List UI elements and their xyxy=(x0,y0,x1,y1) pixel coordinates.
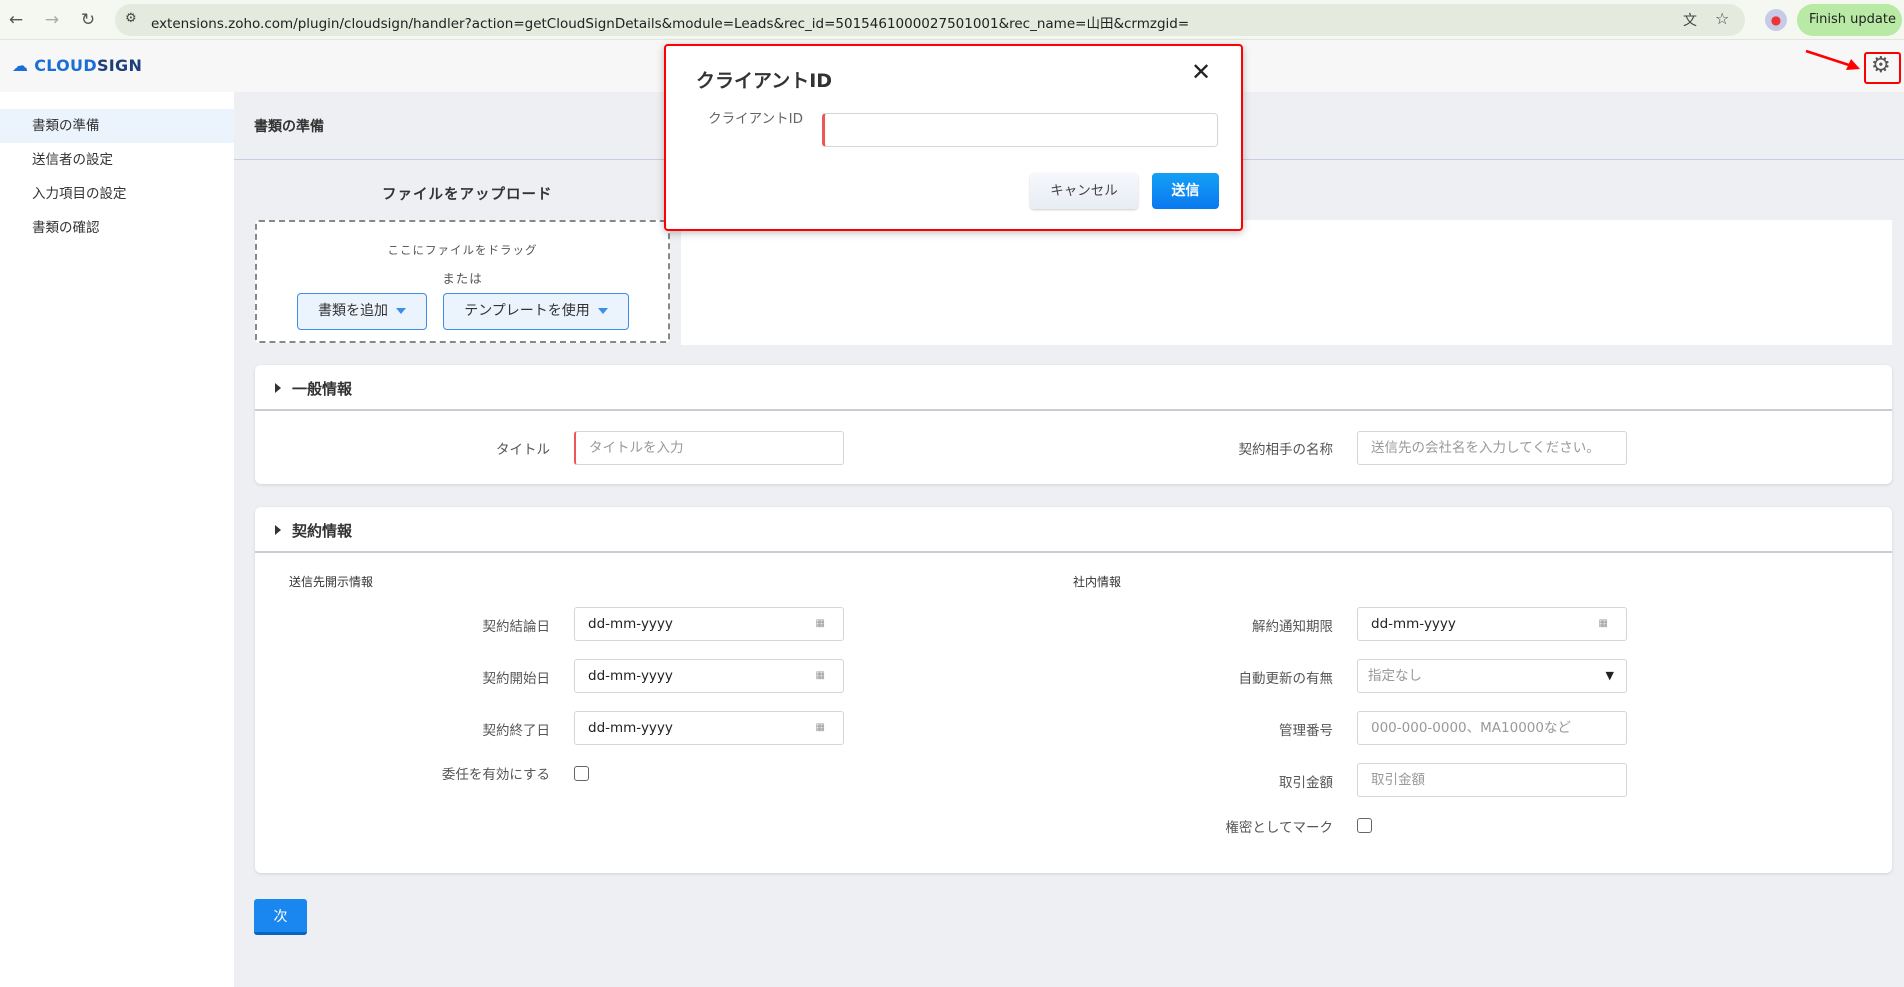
delegate-checkbox[interactable] xyxy=(574,766,589,781)
logo-text-a: CLOUD xyxy=(34,56,97,75)
dropdown-arrow-icon: ▼ xyxy=(1605,669,1614,682)
caret-down-icon xyxy=(396,308,406,314)
contract-info-title: 契約情報 xyxy=(292,522,353,540)
next-button[interactable]: 次 xyxy=(254,899,307,935)
renew-label: 自動更新の有無 xyxy=(1238,671,1334,687)
add-document-button[interactable]: 書類を追加 xyxy=(297,293,427,330)
contract-info-panel: 契約情報 送信先開示情報 社内情報 契約結論日 dd-mm-yyyy ▦ 契約開始… xyxy=(255,507,1892,873)
reload-icon[interactable]: ↻ xyxy=(76,8,100,32)
date-value: dd-mm-yyyy xyxy=(588,616,673,632)
back-icon[interactable]: ← xyxy=(4,8,28,32)
expand-triangle-icon xyxy=(275,525,281,535)
url-text: extensions.zoho.com/plugin/cloudsign/han… xyxy=(151,16,1190,32)
contract-info-header[interactable]: 契約情報 xyxy=(255,507,1892,553)
site-settings-icon[interactable]: ⚙ xyxy=(125,11,137,26)
profile-avatar[interactable]: ● xyxy=(1765,9,1787,31)
add-document-label: 書類を追加 xyxy=(318,303,388,319)
forward-icon[interactable]: → xyxy=(40,8,64,32)
drag-text: ここにファイルをドラッグ xyxy=(387,243,538,257)
date-value: dd-mm-yyyy xyxy=(588,720,673,736)
calendar-icon[interactable]: ▦ xyxy=(816,660,825,692)
finish-update-label: Finish update xyxy=(1809,12,1896,27)
renew-value: 指定なし xyxy=(1368,668,1422,684)
logo-text-b: SIGN xyxy=(96,56,143,75)
file-dropzone[interactable]: ここにファイルをドラッグ または 書類を追加 テンプレートを使用 xyxy=(255,220,670,343)
expand-triangle-icon xyxy=(275,383,281,393)
general-info-header[interactable]: 一般情報 xyxy=(255,365,1892,411)
end-date-input[interactable]: dd-mm-yyyy ▦ xyxy=(574,711,844,745)
delegate-label: 委任を有効にする xyxy=(441,767,550,783)
use-template-button[interactable]: テンプレートを使用 xyxy=(443,293,629,330)
start-date-input[interactable]: dd-mm-yyyy ▦ xyxy=(574,659,844,693)
cancel-button[interactable]: キャンセル xyxy=(1030,173,1138,209)
red-arrow-annotation xyxy=(1805,49,1860,70)
finish-update-button[interactable]: Finish update ⋮ xyxy=(1797,4,1902,59)
translate-icon[interactable]: 文 xyxy=(1683,10,1697,30)
caret-down-icon xyxy=(597,308,608,314)
mgmt-number-input[interactable]: 000-000-0000、MA10000など xyxy=(1357,711,1627,745)
submit-button[interactable]: 送信 xyxy=(1152,173,1219,209)
disclosure-subheading: 送信先開示情報 xyxy=(289,575,374,589)
or-text: または xyxy=(442,271,483,286)
settings-gear-icon[interactable]: ⚙ xyxy=(1871,53,1891,78)
start-label: 契約開始日 xyxy=(482,671,551,687)
mgmt-label: 管理番号 xyxy=(1279,723,1333,739)
upload-heading: ファイルをアップロード xyxy=(382,187,553,203)
page-title: 書類の準備 xyxy=(254,119,324,135)
sidebar: 書類の準備 送信者の設定 入力項目の設定 書類の確認 xyxy=(0,92,234,987)
cloudsign-logo: ☁ CLOUDSIGN xyxy=(12,56,142,75)
internal-subheading: 社内情報 xyxy=(1073,575,1122,589)
end-label: 契約終了日 xyxy=(482,723,551,739)
sidebar-item-sender[interactable]: 送信者の設定 xyxy=(0,143,234,177)
modal-title: クライアントID xyxy=(696,70,833,92)
calendar-icon[interactable]: ▦ xyxy=(816,608,825,640)
notice-date-input[interactable]: dd-mm-yyyy ▦ xyxy=(1357,607,1627,641)
client-id-modal: クライアントID ✕ クライアントID キャンセル 送信 xyxy=(664,44,1243,231)
cloud-icon: ☁ xyxy=(12,56,29,75)
concluded-label: 契約結論日 xyxy=(482,619,551,635)
general-info-title: 一般情報 xyxy=(292,380,353,398)
browser-toolbar: ← → ↻ ⚙ extensions.zoho.com/plugin/cloud… xyxy=(0,0,1904,59)
concluded-date-input[interactable]: dd-mm-yyyy ▦ xyxy=(574,607,844,641)
client-id-input[interactable] xyxy=(822,113,1218,147)
date-value: dd-mm-yyyy xyxy=(1371,616,1456,632)
amount-input[interactable]: 取引金額 xyxy=(1357,763,1627,797)
sidebar-item-confirm[interactable]: 書類の確認 xyxy=(0,211,234,245)
confidential-label: 権密としてマーク xyxy=(1225,820,1333,836)
renew-select[interactable]: 指定なし ▼ xyxy=(1357,659,1627,693)
amount-label: 取引金額 xyxy=(1279,775,1333,791)
confidential-checkbox[interactable] xyxy=(1357,818,1372,833)
general-info-panel: 一般情報 タイトル タイトルを入力 契約相手の名称 送信先の会社名を入力してくだ… xyxy=(255,365,1892,484)
sidebar-item-fields[interactable]: 入力項目の設定 xyxy=(0,177,234,211)
notice-label: 解約通知期限 xyxy=(1252,619,1333,635)
star-icon[interactable]: ☆ xyxy=(1715,9,1729,28)
title-input[interactable]: タイトルを入力 xyxy=(574,431,844,465)
document-preview xyxy=(681,220,1892,345)
partner-label: 契約相手の名称 xyxy=(1238,442,1334,458)
calendar-icon[interactable]: ▦ xyxy=(816,712,825,744)
use-template-label: テンプレートを使用 xyxy=(464,303,590,319)
date-value: dd-mm-yyyy xyxy=(588,668,673,684)
title-label: タイトル xyxy=(496,442,550,458)
close-icon[interactable]: ✕ xyxy=(1191,58,1211,86)
partner-input[interactable]: 送信先の会社名を入力してください。 xyxy=(1357,431,1627,465)
client-id-label: クライアントID xyxy=(708,111,803,127)
sidebar-item-prepare[interactable]: 書類の準備 xyxy=(0,109,234,143)
calendar-icon[interactable]: ▦ xyxy=(1599,608,1608,640)
address-bar[interactable]: ⚙ extensions.zoho.com/plugin/cloudsign/h… xyxy=(115,4,1745,36)
